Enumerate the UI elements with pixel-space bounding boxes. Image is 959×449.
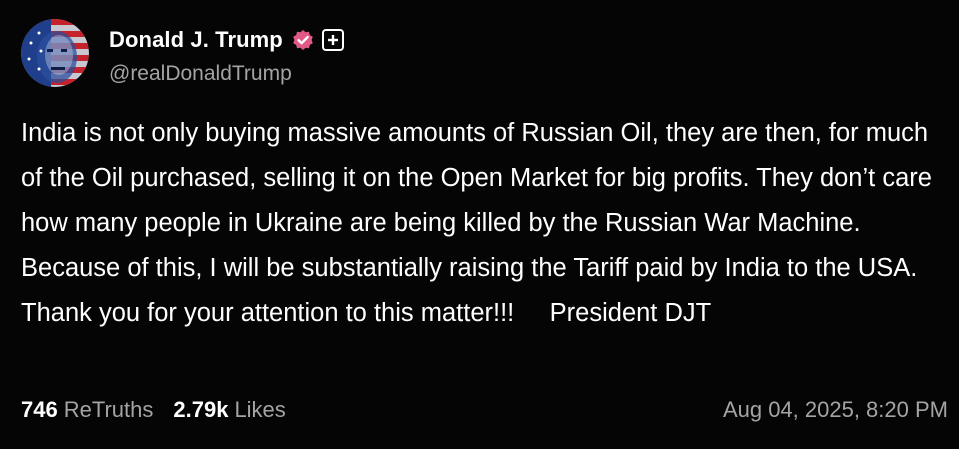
avatar[interactable] <box>21 19 89 87</box>
author-row: Donald J. Trump <box>109 26 344 54</box>
user-handle[interactable]: @realDonaldTrump <box>109 62 292 86</box>
post-body: India is not only buying massive amounts… <box>21 119 940 327</box>
post-stats: 746 ReTruths 2.79k Likes <box>21 397 286 423</box>
verified-badge-icon <box>292 29 314 51</box>
display-name[interactable]: Donald J. Trump <box>109 27 283 53</box>
truth-post: Donald J. Trump @realDonaldTrump India i… <box>0 0 959 449</box>
retruths-label[interactable]: ReTruths <box>64 397 154 423</box>
retruths-count[interactable]: 746 <box>21 397 58 423</box>
plus-icon[interactable] <box>321 29 344 51</box>
post-timestamp[interactable]: Aug 04, 2025, 8:20 PM <box>723 397 948 423</box>
likes-count[interactable]: 2.79k <box>173 397 228 423</box>
likes-label[interactable]: Likes <box>234 397 285 423</box>
